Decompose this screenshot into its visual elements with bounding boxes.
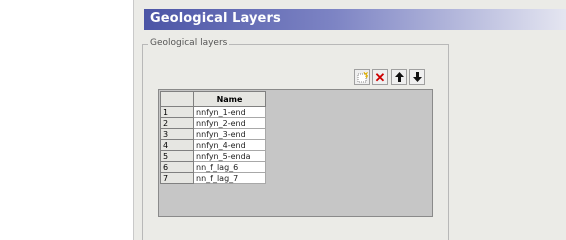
row-index[interactable]: 5 bbox=[160, 150, 194, 162]
desktop-background bbox=[0, 0, 133, 240]
table-row[interactable]: 7 nn_f_lag_7 bbox=[160, 172, 266, 184]
grid-corner-cell[interactable] bbox=[160, 91, 194, 107]
layer-name-cell[interactable]: nn_f_lag_6 bbox=[193, 161, 266, 173]
new-row-button[interactable] bbox=[354, 69, 370, 85]
layer-name-cell[interactable]: nn_f_lag_7 bbox=[193, 172, 266, 184]
layer-name-cell[interactable]: nnfyn_4-end bbox=[193, 139, 266, 151]
table-row[interactable]: 5 nnfyn_5-enda bbox=[160, 150, 266, 162]
layer-name-cell[interactable]: nnfyn_1-end bbox=[193, 106, 266, 118]
row-index[interactable]: 1 bbox=[160, 106, 194, 118]
layers-table: Name 1 nnfyn_1-end 2 nnfyn_2-end 3 nnfyn… bbox=[160, 91, 266, 184]
layers-grid[interactable]: Name 1 nnfyn_1-end 2 nnfyn_2-end 3 nnfyn… bbox=[158, 89, 433, 217]
move-down-button[interactable] bbox=[409, 69, 425, 85]
arrow-up-icon bbox=[394, 72, 404, 82]
arrow-down-icon bbox=[412, 72, 422, 82]
move-up-button[interactable] bbox=[391, 69, 407, 85]
group-legend: Geological layers bbox=[148, 38, 230, 48]
table-row[interactable]: 6 nn_f_lag_6 bbox=[160, 161, 266, 173]
layer-name-cell[interactable]: nnfyn_5-enda bbox=[193, 150, 266, 162]
row-index[interactable]: 3 bbox=[160, 128, 194, 140]
table-row[interactable]: 2 nnfyn_2-end bbox=[160, 117, 266, 129]
layer-name-cell[interactable]: nnfyn_2-end bbox=[193, 117, 266, 129]
row-index[interactable]: 4 bbox=[160, 139, 194, 151]
title-bar: Geological Layers bbox=[144, 9, 566, 30]
table-row[interactable]: 3 nnfyn_3-end bbox=[160, 128, 266, 140]
window-title: Geological Layers bbox=[150, 11, 281, 26]
delete-row-button[interactable]: ✕ bbox=[372, 69, 388, 85]
row-index[interactable]: 2 bbox=[160, 117, 194, 129]
column-header-name[interactable]: Name bbox=[193, 91, 266, 107]
layer-name-cell[interactable]: nnfyn_3-end bbox=[193, 128, 266, 140]
table-row[interactable]: 4 nnfyn_4-end bbox=[160, 139, 266, 151]
new-row-icon bbox=[357, 71, 368, 82]
row-index[interactable]: 7 bbox=[160, 172, 194, 184]
table-row[interactable]: 1 nnfyn_1-end bbox=[160, 106, 266, 118]
row-index[interactable]: 6 bbox=[160, 161, 194, 173]
delete-icon: ✕ bbox=[374, 69, 386, 85]
geological-layers-window: Geological Layers Geological layers ✕ Na… bbox=[133, 0, 566, 240]
